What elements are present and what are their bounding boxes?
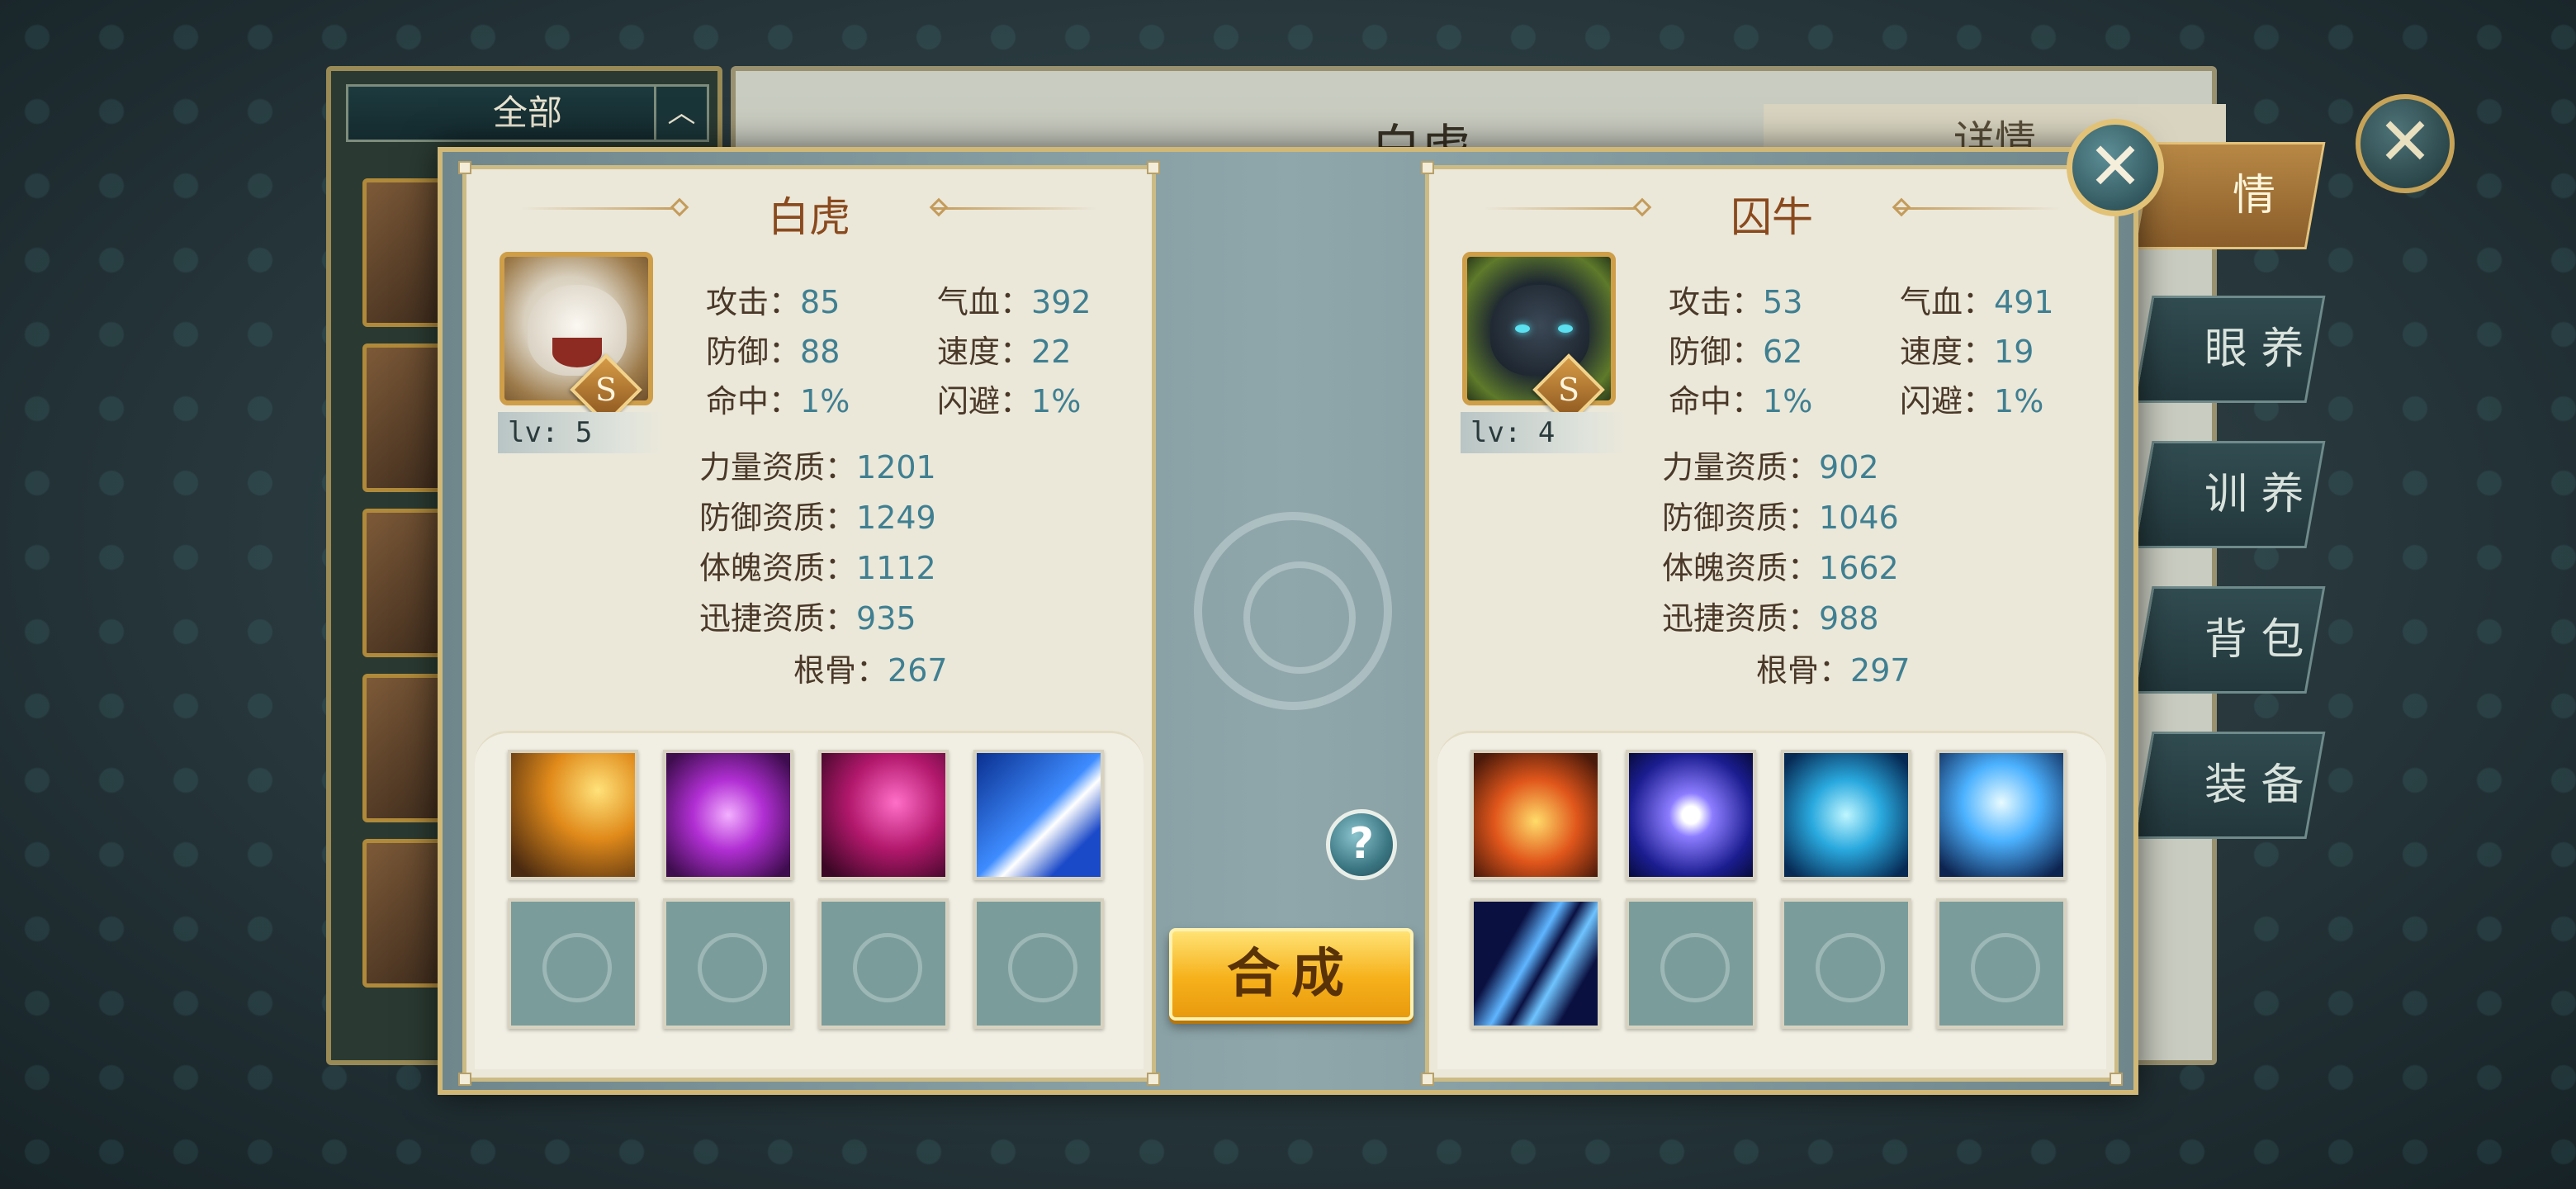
tab-equip[interactable]: 装 备 [2133,732,2326,839]
corner-ornament [1147,1073,1160,1086]
corner-ornament [458,1073,471,1086]
skill-grid [475,731,1144,1069]
pet-name: 囚牛 [1731,193,1813,241]
stat-hit: 命中：1% [706,383,850,419]
filter-dropdown[interactable]: 全部 ︿ [346,84,709,142]
corner-ornament [1147,161,1160,174]
tab-raise[interactable]: 眼 养 [2133,296,2326,403]
skill-slot-empty[interactable] [1626,898,1756,1029]
skill-slot-empty[interactable] [1936,898,2067,1029]
compose-button[interactable]: 合成 [1169,928,1413,1021]
stat-dodge: 闪避：1% [937,383,1082,419]
panel-header: 囚牛 [1429,184,2114,241]
stat-attack: 攻击：53 [1669,284,1803,320]
level-label: lv: 4 [1461,412,1626,453]
stat-speed: 速度：22 [937,334,1072,370]
aptitude-strength: 力量资质：1201 [699,449,936,486]
title-divider [933,207,1098,210]
aptitude-bone: 根骨：297 [1756,652,1911,689]
skill-slot-ice-heart-icon[interactable] [1936,750,2067,880]
dialog-close-icon[interactable]: ✕ [2067,119,2164,216]
compose-dialog: 白虎 S lv: 5 攻击：85 气血：392 防御：88 速度：22 命中：1… [438,147,2138,1095]
diamond-ornament-icon [670,197,689,217]
skill-grid [1437,731,2106,1069]
tiger-mouth-icon [552,338,602,367]
skill-slot-empty[interactable] [663,898,793,1029]
aptitude-physique: 体魄资质：1112 [699,550,936,586]
stat-attack: 攻击：85 [706,284,841,320]
stat-hit: 命中：1% [1669,383,1813,419]
stat-defense: 防御：88 [706,334,841,370]
dragon-emblem-icon [1194,512,1392,710]
bull-eye-icon [1558,324,1573,333]
aptitude-defense: 防御资质：1046 [1662,500,1899,536]
aptitude-agility: 迅捷资质：988 [1662,600,1879,637]
aptitude-strength: 力量资质：902 [1662,449,1879,486]
skill-slot-empty[interactable] [1781,898,1911,1029]
skill-slot-blue-bolt-icon[interactable] [973,750,1104,880]
chevron-up-icon[interactable]: ︿ [654,87,707,140]
skill-slot-fire-phoenix-icon[interactable] [1470,750,1601,880]
panel-header: 白虎 [466,184,1152,241]
pet-panel-left: 白虎 S lv: 5 攻击：85 气血：392 防御：88 速度：22 命中：1… [458,161,1160,1086]
aptitude-bone: 根骨：267 [793,652,948,689]
bull-eye-icon [1515,324,1530,333]
title-divider [1483,207,1648,210]
level-label: lv: 5 [498,412,663,453]
filter-label: 全部 [492,92,562,133]
corner-ornament [1421,1073,1434,1086]
stat-hp: 气血：392 [937,284,1091,320]
stat-dodge: 闪避：1% [1900,383,2044,419]
skill-slot-light-strike-icon[interactable] [508,750,638,880]
skill-slot-purple-chain-icon[interactable] [663,750,793,880]
corner-ornament [2110,1073,2123,1086]
aptitude-defense: 防御资质：1249 [699,500,936,536]
title-divider [1896,207,2061,210]
pet-panel-right: 囚牛 S lv: 4 攻击：53 气血：491 防御：62 速度：19 命中：1… [1421,161,2123,1086]
stat-hp: 气血：491 [1900,284,2054,320]
skill-slot-empty[interactable] [508,898,638,1029]
diamond-ornament-icon [1632,197,1652,217]
stat-defense: 防御：62 [1669,334,1803,370]
skill-slot-cyan-chain-icon[interactable] [1781,750,1911,880]
tab-train[interactable]: 训 养 [2133,441,2326,548]
skill-slot-empty[interactable] [973,898,1104,1029]
skill-slot-claw-slash-icon[interactable] [1470,898,1601,1029]
aptitude-physique: 体魄资质：1662 [1662,550,1899,586]
corner-ornament [1421,161,1434,174]
tab-bag[interactable]: 背 包 [2133,586,2326,694]
aptitude-agility: 迅捷资质：935 [699,600,916,637]
skill-slot-magenta-beast-icon[interactable] [818,750,949,880]
close-icon[interactable]: ✕ [2356,94,2455,193]
title-divider [520,207,685,210]
pet-name: 白虎 [768,193,850,241]
help-icon[interactable]: ? [1326,809,1397,880]
corner-ornament [458,161,471,174]
stat-speed: 速度：19 [1900,334,2034,370]
skill-slot-empty[interactable] [818,898,949,1029]
skill-slot-energy-orb-icon[interactable] [1626,750,1756,880]
